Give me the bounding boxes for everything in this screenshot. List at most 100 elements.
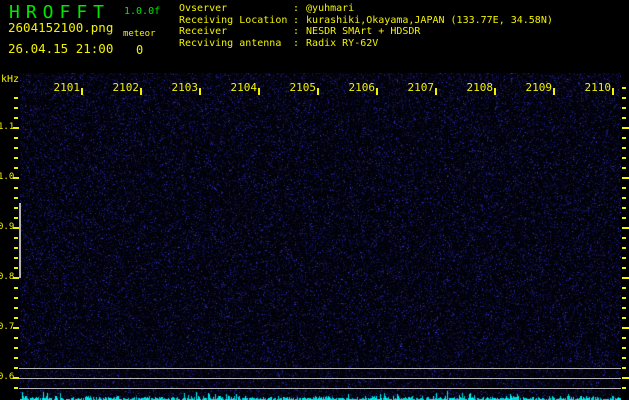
reference-line [19,388,621,389]
freq-tick-right [622,157,626,159]
spectrogram-noise-canvas [20,73,621,400]
time-tick-label: 2110 [584,81,612,94]
info-value: NESDR SMArt + HDSDR [306,26,421,37]
freq-tick [14,387,18,389]
freq-tick [14,167,18,169]
freq-tick-right [622,237,626,239]
freq-tick [14,247,18,249]
info-value: Radix RY-62V [306,37,379,49]
time-tick [494,88,496,95]
freq-tick-right [622,377,629,379]
freq-tick-right [622,187,626,189]
freq-tick-right [622,347,626,349]
freq-tick [14,317,18,319]
spectrogram-area: kHz 1.1 1.0 0.9 0.8 0.7 0.6 2101 2102 2103 2104 210… [0,0,629,400]
freq-tick [14,117,18,119]
reference-line [19,368,621,369]
freq-tick-right [622,257,626,259]
freq-tick-right [622,267,626,269]
app-version: 1.0.0f [124,6,161,17]
time-tick [553,88,555,95]
meteor-count-value: 0 [136,43,144,57]
freq-tick-right [622,87,626,89]
info-separator: : [293,37,300,49]
freq-tick-right [622,207,626,209]
freq-tick-label: 0.9 [0,222,15,232]
freq-tick-right [622,107,626,109]
freq-tick [14,267,18,269]
freq-tick-right [622,337,626,339]
freq-tick [14,337,18,339]
time-tick-label: 2108 [466,81,494,94]
meteor-counter-label: meteor [123,29,156,39]
station-info-row: Receiving Location: kurashiki,Okayama,JAP… [179,15,553,27]
freq-tick [14,357,18,359]
info-label: Recviving antenna [179,37,282,49]
freq-tick [14,307,18,309]
freq-tick-right [622,197,626,199]
freq-tick-label: 1.1 [0,122,15,132]
freq-tick-right [622,117,626,119]
freq-tick-right [622,97,626,99]
time-tick-label: 2109 [525,81,553,94]
info-label: Receiver [179,26,228,37]
freq-tick [14,157,18,159]
time-tick [435,88,437,95]
time-tick [140,88,142,95]
freq-tick [14,137,18,139]
freq-tick [14,207,18,209]
station-info: Ovserver: @yuhmari Receiving Location: kur… [179,3,553,49]
info-label: Receiving Location [179,14,288,26]
freq-tick-right [622,177,629,179]
freq-tick-label: 0.6 [0,372,15,382]
freq-tick-right [622,137,626,139]
time-tick-label: 2104 [230,81,258,94]
freq-tick [14,187,18,189]
output-filename: 2604152100.png [8,20,114,35]
info-label: Ovserver [179,3,228,14]
freq-tick [14,237,18,239]
station-info-row: Ovserver: @yuhmari [179,3,553,15]
freq-tick [14,367,18,369]
freq-tick-label: 0.7 [0,322,15,332]
freq-tick-right [622,277,629,279]
time-tick-label: 2107 [407,81,435,94]
time-tick [81,88,83,95]
freq-tick [13,327,19,329]
station-info-row: Recviving antenna: Radix RY-62V [179,38,553,50]
time-tick [317,88,319,95]
freq-tick [13,127,19,129]
freq-tick-right [622,317,626,319]
time-tick-label: 2101 [53,81,81,94]
freq-tick-right [622,327,629,329]
freq-tick [14,257,18,259]
freq-tick-right [622,387,626,389]
time-tick-label: 2103 [171,81,199,94]
freq-tick [14,287,18,289]
time-tick-label: 2105 [289,81,317,94]
freq-tick [14,197,18,199]
reference-line [19,378,621,379]
freq-axis-unit-label: kHz [1,74,20,85]
band-marker [19,203,21,278]
freq-tick [14,217,18,219]
time-tick [199,88,201,95]
freq-tick-right [622,147,626,149]
freq-tick-right [622,167,626,169]
freq-tick [14,97,18,99]
freq-tick [13,177,19,179]
info-separator: : [293,26,300,37]
time-tick [612,88,614,95]
info-value: @yuhmari [306,3,355,14]
freq-tick-right [622,127,629,129]
observation-datetime: 26.04.15 21:00 [8,41,114,56]
station-info-row: Receiver: NESDR SMArt + HDSDR [179,26,553,38]
freq-tick-right [622,367,626,369]
freq-tick-label: 1.0 [0,172,15,182]
time-tick-label: 2102 [112,81,140,94]
freq-tick-right [622,217,626,219]
freq-tick-label: 0.8 [0,272,15,282]
freq-tick-right [622,307,626,309]
freq-tick-right [622,227,629,229]
hrofft-screen: kHz 1.1 1.0 0.9 0.8 0.7 0.6 2101 2102 2103 2104 210… [0,0,629,400]
